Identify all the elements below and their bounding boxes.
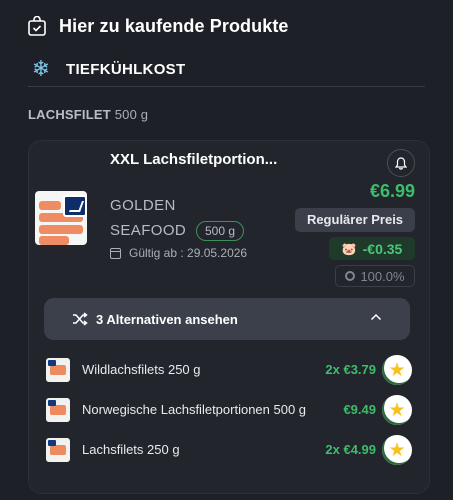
category-label: TIEFKÜHLKOST [66,60,186,78]
alternative-item[interactable]: Wildlachsfilets 250 g 2x €3.79 ★ [46,355,412,385]
valid-from: Gültig ab : 29.05.2026 [110,246,247,260]
percent-value: 100.0% [360,268,405,284]
chevron-up-icon [370,313,382,321]
alternative-price: €9.49 [343,402,376,417]
brand-logo-icon [63,195,87,217]
star-badge-icon[interactable]: ★ [382,435,412,465]
star-badge-icon[interactable]: ★ [382,395,412,425]
alternative-price: 2x €4.99 [325,442,376,457]
page-title: Hier zu kaufende Produkte [59,15,289,36]
savings-amount: -€0.35 [362,240,403,257]
shopping-bag-check-icon [28,16,46,36]
page-header: Hier zu kaufende Produkte [28,14,289,38]
product-group-title: LACHSFILET 500 g [28,107,148,122]
group-name: LACHSFILET [28,107,111,122]
product-price: €6.99 [369,181,415,201]
divider [28,86,425,87]
bell-icon [395,156,407,170]
alternative-name: Lachsfilets 250 g [82,442,180,457]
product-image [35,191,87,245]
alternative-name: Norwegische Lachsfiletportionen 500 g [82,402,307,417]
notification-bell-button[interactable] [387,149,415,177]
alternative-thumbnail [46,398,70,422]
alternative-thumbnail [46,438,70,462]
alternatives-label: 3 Alternativen ansehen [96,311,238,327]
product-brand-line2: SEAFOOD [110,222,187,239]
piggy-bank-icon: 🐷 [341,241,357,256]
percent-badge: 100.0% [335,265,415,287]
category-header: ❄ TIEFKÜHLKOST [28,56,185,82]
valid-from-text: Gültig ab : 29.05.2026 [129,246,248,260]
alternative-item[interactable]: Norwegische Lachsfiletportionen 500 g €9… [46,395,412,425]
show-alternatives-button[interactable]: 3 Alternativen ansehen [44,298,410,340]
alternative-price: 2x €3.79 [325,362,376,377]
calendar-icon [110,247,121,259]
group-size: 500 g [114,107,149,122]
star-badge-icon[interactable]: ★ [382,355,412,385]
alternative-item[interactable]: Lachsfilets 250 g 2x €4.99 ★ [46,435,412,465]
regular-price-badge: Regulärer Preis [295,208,415,232]
savings-badge: 🐷 -€0.35 [329,237,415,260]
snowflake-icon: ❄ [31,56,51,81]
product-brand-line1: GOLDEN [110,197,176,214]
percent-ring-icon [345,271,356,281]
alternative-thumbnail [46,358,70,382]
product-size-badge: 500 g [196,221,245,241]
alternative-name: Wildlachsfilets 250 g [82,362,201,377]
product-name: XXL Lachsfiletportion... [110,151,278,168]
product-card[interactable]: XXL Lachsfiletportion... GOLDEN SEAFOOD … [28,140,430,494]
shuffle-icon [73,312,88,326]
